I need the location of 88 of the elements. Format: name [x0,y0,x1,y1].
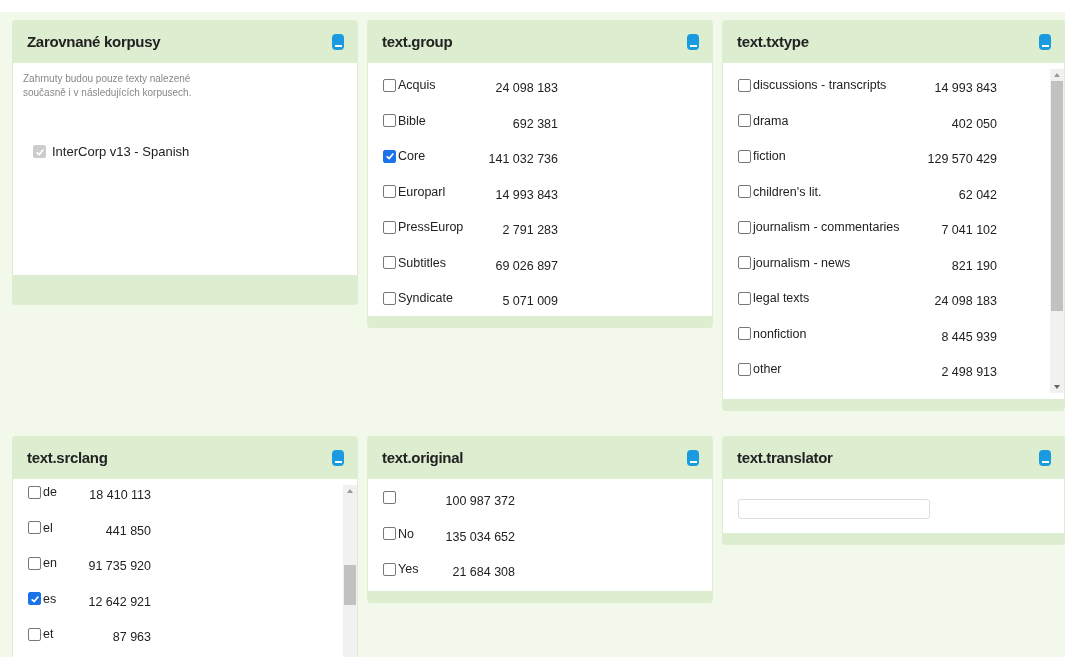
count-text: 2 791 283 [501,222,558,237]
option-label: children's lit. [753,184,822,199]
collapse-button[interactable] [1039,33,1051,50]
count-text: 692 381 [511,115,558,131]
checkbox[interactable] [383,527,396,540]
count-text: 91 735 920 [87,558,151,573]
panel-title: text.group [382,33,453,50]
option-label: Syndicate [398,291,453,305]
checkbox[interactable] [738,291,751,305]
checkbox[interactable] [738,362,751,376]
count-text: 821 190 [950,257,997,273]
info-text: Zahrnuty budou pouze texty nalezené současně i v následujících korpusech. [22,72,193,100]
checkbox[interactable] [383,78,396,92]
panel-title: text.original [382,449,464,466]
option-label: Yes [398,562,419,576]
count-text: 129 570 429 [926,151,997,166]
count-text: 2 498 913 [940,364,997,379]
count-text: 21 684 308 [451,564,515,579]
collapse-button[interactable] [687,33,699,50]
count-text: 7 041 102 [940,222,997,237]
option-label: fiction [753,149,786,163]
option-label: de [43,485,57,499]
option-label: en [43,556,57,570]
collapse-button[interactable] [332,449,344,466]
checkbox[interactable] [738,327,751,340]
corpus-label: InterCorp v13 - Spanish [52,144,190,159]
count-text: 24 098 183 [494,80,558,95]
checkbox[interactable] [28,485,41,499]
checkbox[interactable] [738,78,751,92]
checkbox[interactable] [383,185,396,198]
count-text: 100 987 372 [444,493,515,508]
checkbox[interactable] [383,256,396,269]
option-label: drama [753,113,789,128]
option-label: Core [398,149,426,163]
option-label: es [43,591,57,606]
count-text: 402 050 [950,115,997,131]
option-label: journalism - commentaries [753,220,900,234]
checkbox[interactable] [738,185,751,198]
option-label: other [753,362,782,376]
checkbox[interactable] [738,220,751,234]
option-label: et [43,627,54,641]
option-label: Europarl [398,184,446,199]
count-text: 8 445 939 [940,328,997,344]
checkbox[interactable] [28,556,41,570]
count-text: 18 410 113 [88,487,151,502]
checkbox[interactable] [383,291,396,305]
scrollbar[interactable] [1050,69,1064,393]
checkbox[interactable] [383,114,396,127]
checkbox[interactable] [383,491,396,504]
count-text: 5 071 009 [501,293,558,308]
option-label: nonfiction [753,326,807,341]
checkbox[interactable] [738,114,751,127]
option-label: journalism - news [753,255,851,270]
panel-title: text.srclang [27,449,108,466]
checkbox[interactable] [383,562,396,576]
count-text: 141 032 736 [487,151,558,166]
scrollbar[interactable] [343,485,357,657]
option-label: el [43,520,53,535]
collapse-button[interactable] [1039,449,1051,466]
count-text: 14 993 843 [494,186,558,202]
count-text: 62 042 [957,186,997,202]
count-text: 14 993 843 [933,80,997,95]
checkbox[interactable] [28,592,41,605]
input-field[interactable] [738,499,930,519]
checkbox[interactable] [738,149,751,163]
option-label: Subtitles [398,255,446,270]
count-text: 135 034 652 [444,528,515,544]
checkbox[interactable] [738,256,751,269]
count-text: 12 642 921 [87,593,151,609]
option-label: Bible [398,113,426,128]
count-text: 87 963 [111,629,151,644]
panel-title: text.translator [737,449,833,466]
option-label: discussions - transcripts [753,78,887,92]
option-label: No [398,526,414,541]
option-label: Acquis [398,78,436,92]
panel-title: Zarovnané korpusy [27,33,161,50]
checkbox[interactable] [28,627,41,641]
checkbox[interactable] [383,220,396,234]
count-text: 24 098 183 [933,293,997,308]
checkbox[interactable] [383,149,396,163]
option-label: PressEurop [398,220,464,234]
checkbox[interactable] [28,521,41,534]
count-text: 69 026 897 [494,257,558,273]
panel-title: text.txtype [737,33,809,50]
collapse-button[interactable] [332,33,344,50]
option-label: legal texts [753,291,810,305]
collapse-button[interactable] [687,449,699,466]
count-text: 441 850 [104,522,151,538]
